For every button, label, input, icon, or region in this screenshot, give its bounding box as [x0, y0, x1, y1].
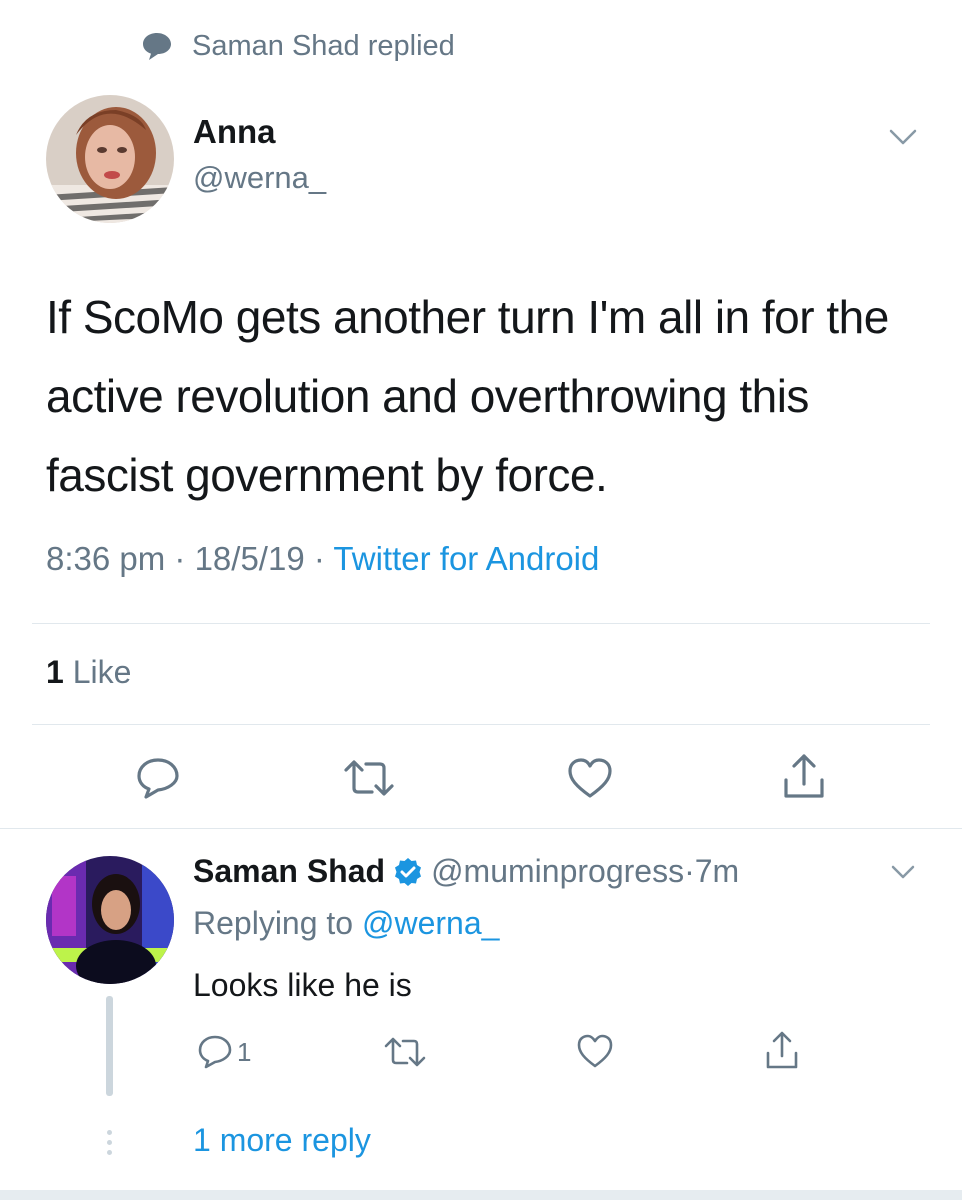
author-handle[interactable]: @werna_	[193, 160, 326, 196]
bottom-separator	[0, 1190, 962, 1200]
reply-text: Looks like he is	[193, 967, 412, 1003]
tweet-text: If ScoMo gets another turn I'm all in fo…	[46, 291, 889, 501]
meta-separator: ·	[165, 540, 195, 577]
replying-to: Replying to @werna_	[193, 905, 499, 942]
thread-dots	[107, 1130, 112, 1160]
tweet-date: 18/5/19	[194, 540, 305, 577]
share-icon[interactable]	[780, 752, 828, 802]
reply-author-name[interactable]: Saman Shad	[193, 853, 385, 890]
speech-bubble-icon	[143, 33, 171, 60]
like-label: Like	[72, 654, 132, 690]
replying-prefix: Replying to	[193, 905, 362, 941]
chevron-down-icon[interactable]	[890, 863, 916, 881]
divider	[32, 724, 930, 725]
reply-context-text: Saman Shad replied	[192, 29, 455, 62]
more-replies-link[interactable]: 1 more reply	[193, 1122, 371, 1159]
verified-badge-icon	[395, 857, 422, 886]
reply-header: Saman Shad @muminprogress · 7m	[193, 853, 739, 890]
tweet-meta: 8:36 pm · 18/5/19 · Twitter for Android	[46, 540, 599, 578]
divider	[32, 623, 930, 624]
divider	[0, 828, 962, 829]
thread-line	[106, 996, 113, 1096]
retweet-icon[interactable]	[342, 758, 396, 798]
reply-avatar[interactable]	[46, 856, 174, 984]
chevron-down-icon[interactable]	[888, 126, 918, 148]
share-icon[interactable]	[763, 1030, 801, 1072]
retweet-icon[interactable]	[383, 1036, 427, 1068]
author-name[interactable]: Anna	[193, 113, 276, 151]
reply-icon[interactable]	[196, 1034, 234, 1070]
heart-icon[interactable]	[576, 1033, 614, 1069]
like-count: 1	[46, 654, 64, 690]
heart-icon[interactable]	[566, 756, 614, 800]
reply-author-handle[interactable]: @muminprogress	[431, 853, 684, 890]
meta-separator: ·	[684, 853, 695, 889]
meta-separator: ·	[304, 540, 334, 577]
replying-handle-link[interactable]: @werna_	[362, 905, 499, 941]
avatar[interactable]	[46, 95, 174, 223]
reply-count: 1	[237, 1037, 252, 1067]
likes-count[interactable]: 1 Like	[46, 654, 131, 691]
tweet-source-link[interactable]: Twitter for Android	[333, 540, 599, 577]
reply-time: 7m	[694, 853, 740, 889]
reply-context[interactable]: Saman Shad replied	[140, 26, 455, 66]
reply-icon[interactable]	[134, 756, 182, 800]
tweet-time: 8:36 pm	[46, 540, 166, 577]
